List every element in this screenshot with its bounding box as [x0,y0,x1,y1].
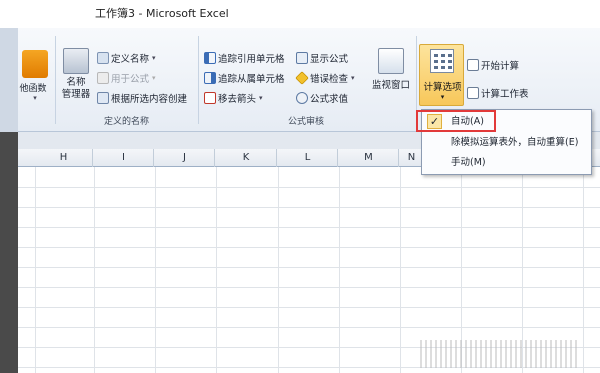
calculator-icon [467,59,479,71]
define-name-label: 定义名称 [111,54,150,65]
dropdown-arrow-icon: ▾ [33,94,37,102]
error-checking-label: 错误检查 [310,74,349,85]
chevron-down-icon: ▾ [351,74,355,82]
show-formulas-button[interactable]: 显示公式 [296,51,348,65]
trace-precedents-icon [204,52,216,64]
use-in-formula-icon [97,72,109,84]
grid-line [35,167,36,373]
grid-line [278,167,279,373]
define-name-button[interactable]: 定义名称 ▾ [97,51,156,65]
grid-line [18,187,600,188]
column-header-j[interactable]: J [155,149,215,167]
grid-line [583,167,584,373]
name-manager-button[interactable]: 名称 管理器 [60,48,92,101]
evaluate-formula-button[interactable]: 公式求值 [296,91,348,105]
use-in-formula-button[interactable]: 用于公式 ▾ [97,71,156,85]
menu-item-manual-label: 手动(M) [451,157,486,168]
create-from-selection-icon [97,92,109,104]
formula-auditing-group-label: 公式审核 [288,117,325,127]
name-manager-label: 名称 管理器 [60,77,92,101]
group-separator [55,36,56,124]
calc-now-label: 开始计算 [481,61,520,72]
column-header-m[interactable]: M [339,149,399,167]
error-checking-button[interactable]: 错误检查 ▾ [295,71,355,85]
chevron-down-icon: ▾ [440,93,445,101]
error-checking-icon [295,71,309,85]
watch-window-icon [378,48,404,74]
left-clipped-panel [0,28,18,132]
column-header-h[interactable]: H [35,149,93,167]
grid-line [94,167,95,373]
trace-precedents-button[interactable]: 追踪引用单元格 [204,51,285,65]
grid-line [18,247,600,248]
chevron-down-icon: ▾ [152,74,156,82]
column-header-k[interactable]: K [216,149,277,167]
other-functions-button[interactable]: 他函数 ▾ [18,50,52,102]
grid-line [155,167,156,373]
grid-line [18,267,600,268]
trace-precedents-label: 追踪引用单元格 [218,54,285,65]
calc-sheet-button[interactable]: 计算工作表 [467,86,529,100]
name-manager-label-line2: 管理器 [61,89,91,100]
watch-window-label: 监视窗口 [371,80,410,91]
use-in-formula-label: 用于公式 [111,74,150,85]
title-bar: 工作簿3 - Microsoft Excel [0,0,600,28]
grid-line [18,287,600,288]
watch-window-button[interactable]: 监视窗口 [368,48,414,91]
grid-line [216,167,217,373]
name-manager-label-line1: 名称 [66,77,86,88]
trace-dependents-button[interactable]: 追踪从属单元格 [204,71,285,85]
grid-line [339,167,340,373]
show-formulas-icon [296,52,308,64]
name-manager-icon [63,48,89,74]
other-functions-label: 他函数 [19,84,47,94]
grid-line [18,227,600,228]
menu-item-manual[interactable]: 手动(M) [422,153,591,173]
watermark [420,340,580,368]
calc-now-button[interactable]: 开始计算 [467,58,519,72]
menu-item-automatic-except-tables-label: 除模拟运算表外，自动重算(E) [451,137,579,148]
calc-sheet-label: 计算工作表 [481,89,529,100]
defined-names-group-label: 定义的名称 [104,117,150,127]
function-book-icon [22,50,48,78]
remove-arrows-label: 移去箭头 [218,94,257,105]
calculator-sheet-icon [467,87,479,99]
highlight-annotation [416,110,496,132]
calc-options-icon [430,49,454,73]
column-header-i[interactable]: I [94,149,154,167]
left-dark-edge [0,132,18,373]
chevron-down-icon: ▾ [259,94,263,102]
grid-line [18,307,600,308]
grid-line [18,327,600,328]
trace-dependents-icon [204,72,216,84]
trace-dependents-label: 追踪从属单元格 [218,74,285,85]
evaluate-formula-icon [296,92,308,104]
grid-line [18,207,600,208]
window-title: 工作簿3 - Microsoft Excel [95,7,229,20]
menu-item-automatic-except-tables[interactable]: 除模拟运算表外，自动重算(E) [422,133,591,153]
create-from-selection-label: 根据所选内容创建 [111,94,188,105]
grid-line [400,167,401,373]
create-from-selection-button[interactable]: 根据所选内容创建 [97,91,187,105]
evaluate-formula-label: 公式求值 [310,94,349,105]
chevron-down-icon: ▾ [152,54,156,62]
remove-arrows-button[interactable]: 移去箭头 ▾ [204,91,263,105]
show-formulas-label: 显示公式 [310,54,349,65]
calc-options-label: 计算选项 [423,82,462,93]
group-separator [198,36,199,124]
calc-options-button[interactable]: 计算选项 ▾ [419,44,464,106]
define-name-icon [97,52,109,64]
column-header-l[interactable]: L [278,149,338,167]
remove-arrows-icon [204,92,216,104]
